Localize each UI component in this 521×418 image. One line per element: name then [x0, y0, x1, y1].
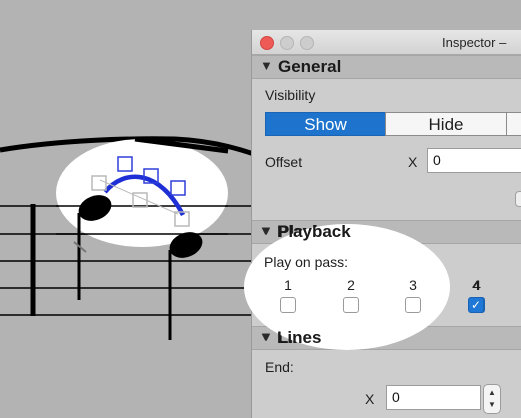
inspector-titlebar[interactable]: Inspector – [252, 30, 521, 55]
app-stage: Inspector – ▼ General Visibility Show Hi… [0, 0, 521, 418]
playback-section-title: Playback [278, 222, 352, 241]
minimize-window-button[interactable] [280, 36, 294, 50]
pass-1-label: 1 [285, 277, 293, 293]
offset-x-field[interactable]: 0 [427, 148, 521, 173]
inspector-window: Inspector – ▼ General Visibility Show Hi… [251, 30, 521, 418]
lines-section-header[interactable]: ▼ Lines [252, 326, 521, 350]
pass-2-label: 2 [348, 277, 356, 293]
chevron-up-icon[interactable]: ▲ [488, 388, 496, 397]
offset-label: Offset [265, 154, 303, 170]
hide-button[interactable]: Hide [385, 112, 507, 136]
general-section-header[interactable]: ▼ General [252, 55, 521, 79]
disclosure-triangle-icon[interactable]: ▼ [260, 223, 273, 238]
end-x-label: X [365, 391, 375, 407]
general-section-title: General [278, 57, 342, 76]
lines-section-title: Lines [278, 328, 323, 347]
pass-2-checkbox[interactable] [344, 297, 360, 313]
segment-overflow[interactable] [506, 112, 521, 136]
chevron-down-icon[interactable]: ▼ [488, 400, 496, 409]
show-button[interactable]: Show [265, 112, 386, 136]
offset-option-button[interactable] [515, 191, 521, 207]
pass-3-label: 3 [410, 277, 418, 293]
disclosure-triangle-icon[interactable]: ▼ [260, 58, 273, 73]
pass-1-checkbox[interactable] [281, 297, 297, 313]
pass-3-checkbox[interactable] [406, 297, 422, 313]
pass-4-label: 4 [473, 277, 481, 293]
zoom-window-button[interactable] [300, 36, 314, 50]
play-on-pass-label: Play on pass: [265, 254, 350, 270]
offset-x-label: X [408, 154, 418, 170]
pass-4-checkbox[interactable]: ✓ [469, 297, 485, 313]
checkmark-icon: ✓ [471, 298, 483, 312]
inspector-title: Inspector – [442, 35, 507, 50]
end-label: End: [265, 359, 294, 375]
playback-section-header[interactable]: ▼ Playback [252, 220, 521, 244]
visibility-label: Visibility [265, 87, 316, 103]
close-window-button[interactable] [260, 36, 274, 50]
disclosure-triangle-icon[interactable]: ▼ [260, 329, 273, 344]
end-x-stepper[interactable]: ▲ ▼ [483, 384, 501, 414]
end-x-field[interactable]: 0 [386, 385, 481, 410]
